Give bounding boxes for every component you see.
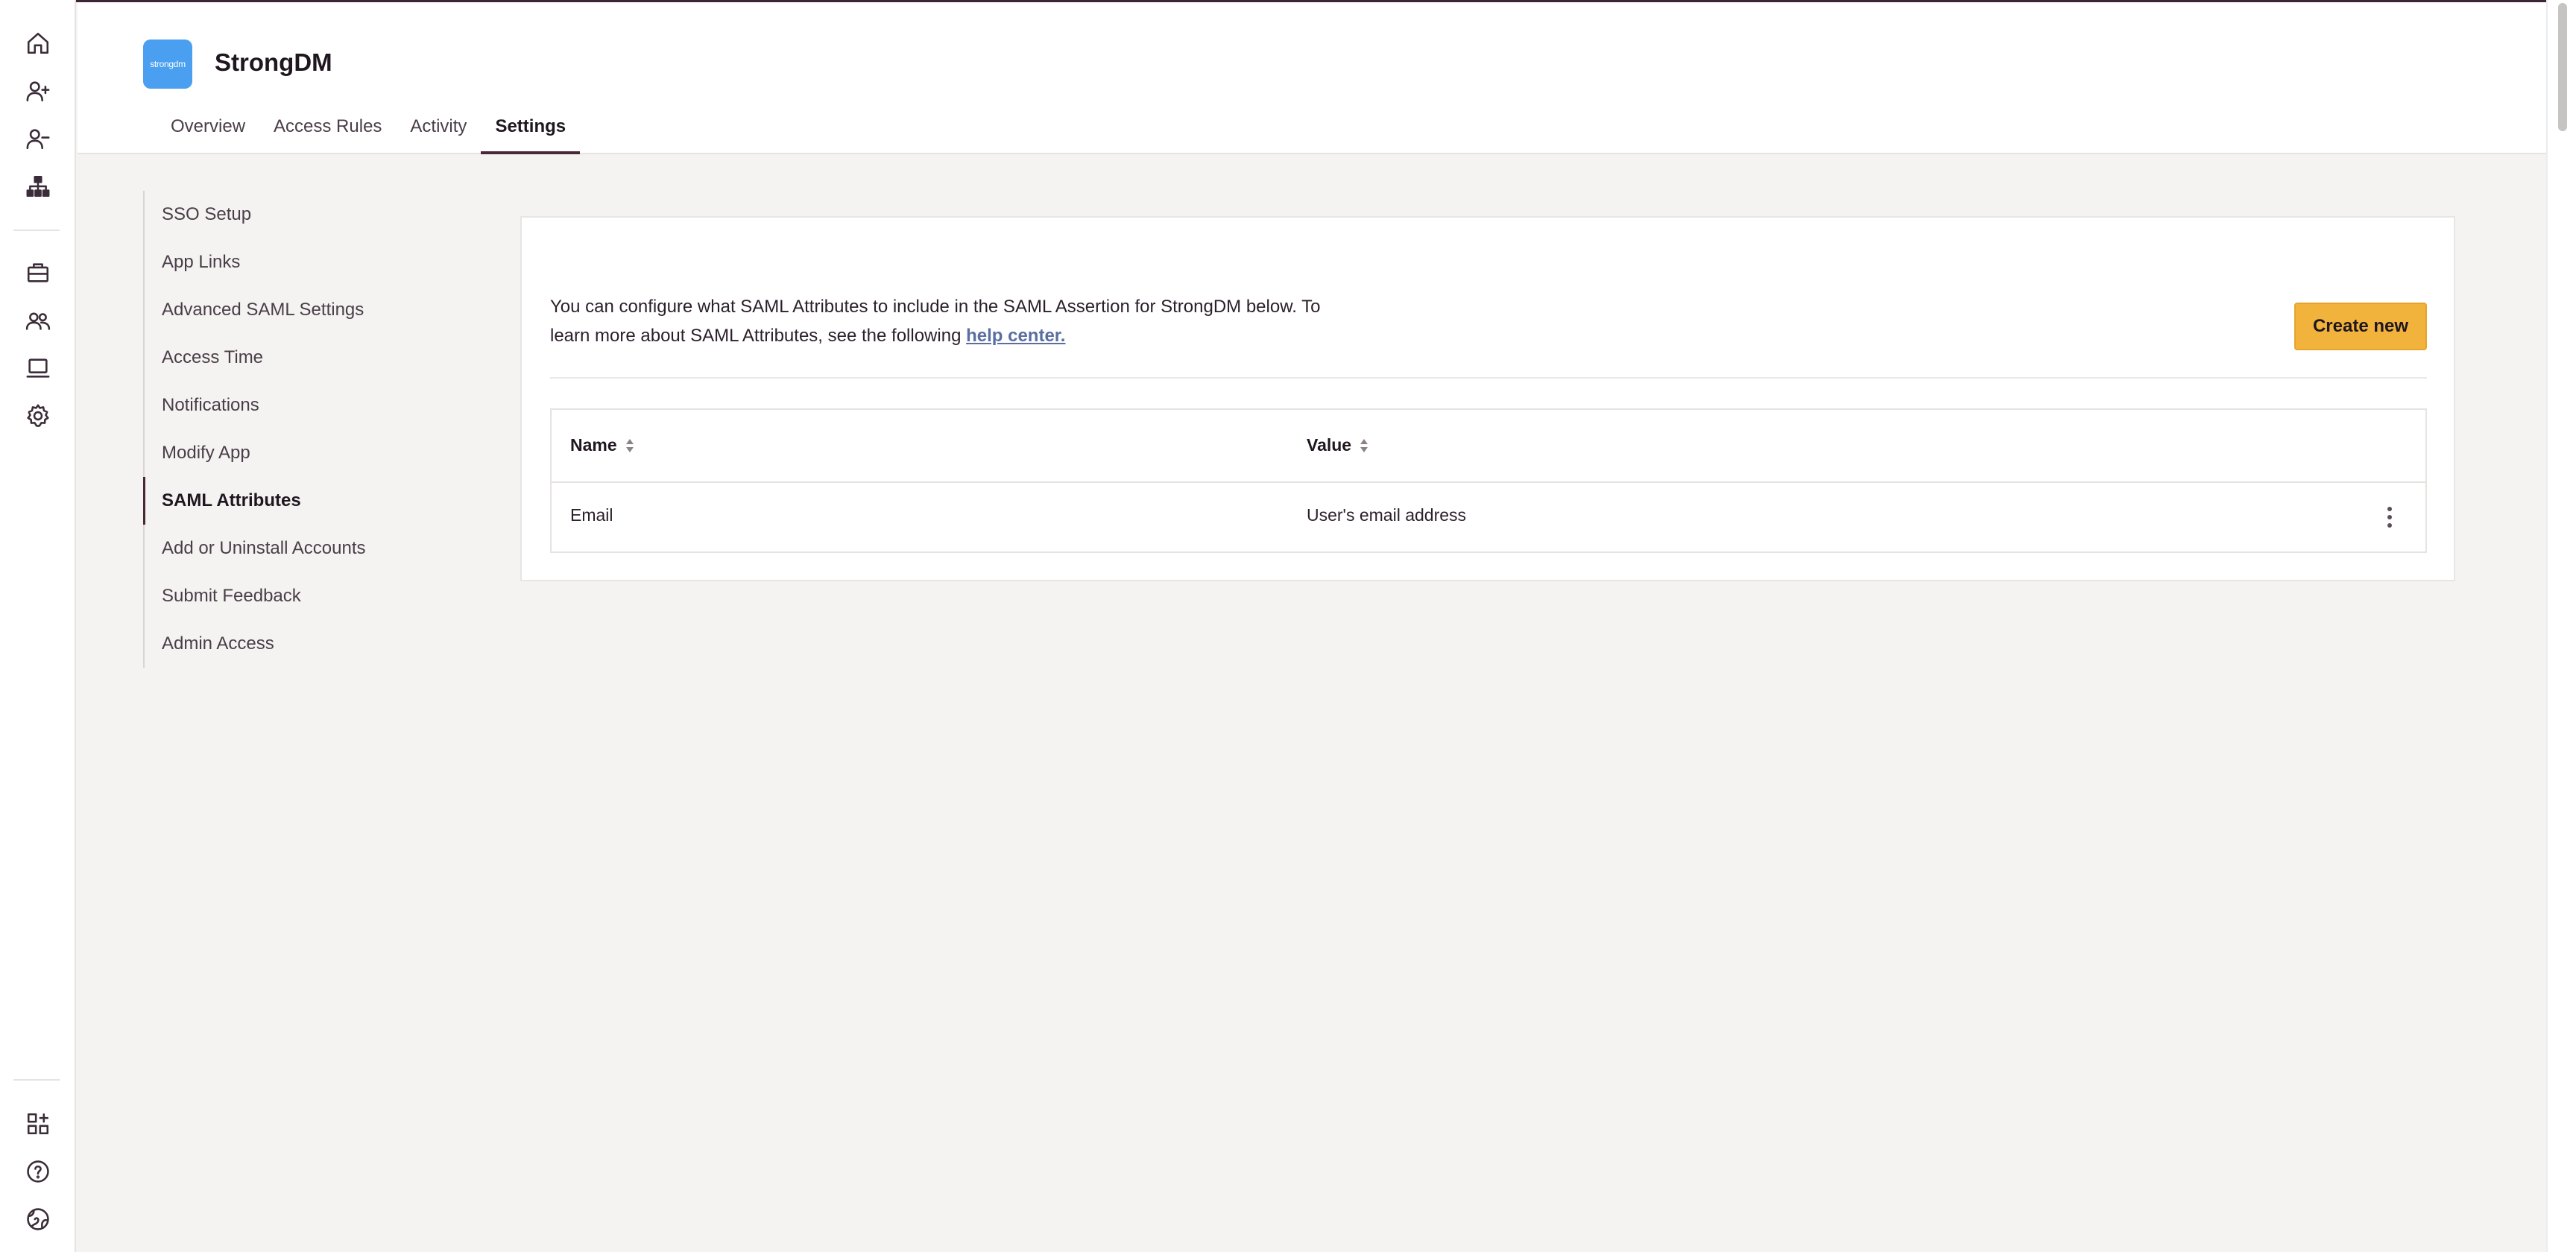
tab-access-rules[interactable]: Access Rules <box>259 114 396 154</box>
sidenav-item-add-uninstall-accounts[interactable]: Add or Uninstall Accounts <box>143 525 411 572</box>
apps-add-icon[interactable] <box>20 1106 56 1142</box>
sidenav-item-notifications[interactable]: Notifications <box>143 382 411 429</box>
sidenav-item-sso-setup[interactable]: SSO Setup <box>143 191 411 238</box>
sidenav-item-submit-feedback[interactable]: Submit Feedback <box>143 572 411 620</box>
scrollbar-thumb[interactable] <box>2558 3 2567 131</box>
column-header-name[interactable]: Name <box>570 435 635 455</box>
app-logo: strongdm <box>143 39 192 89</box>
rail-divider <box>13 230 60 231</box>
settings-sidenav: SSO Setup App Links Advanced SAML Settin… <box>143 191 411 668</box>
sidenav-item-saml-attributes[interactable]: SAML Attributes <box>143 477 411 525</box>
tab-activity[interactable]: Activity <box>396 114 481 154</box>
table-row: Email User's email address <box>552 483 2425 551</box>
sort-icon <box>1360 438 1368 452</box>
globe-icon[interactable] <box>20 1201 56 1237</box>
user-plus-icon[interactable] <box>20 73 56 109</box>
column-header-value[interactable]: Value <box>1307 435 1369 455</box>
users-icon[interactable] <box>20 303 56 338</box>
sort-icon <box>625 438 634 452</box>
cell-value: User's email address <box>1307 505 1467 525</box>
hierarchy-icon[interactable] <box>20 168 56 204</box>
sidenav-item-modify-app[interactable]: Modify App <box>143 429 411 477</box>
help-center-link[interactable]: help center. <box>966 326 1065 346</box>
sidenav-item-app-links[interactable]: App Links <box>143 238 411 286</box>
sidenav-item-advanced-saml-settings[interactable]: Advanced SAML Settings <box>143 286 411 334</box>
briefcase-icon[interactable] <box>20 255 56 291</box>
card-divider <box>550 377 2427 379</box>
cell-name: Email <box>570 505 613 525</box>
sidenav-item-admin-access[interactable]: Admin Access <box>143 620 411 668</box>
rail-divider <box>13 1079 60 1081</box>
window-scrollbar[interactable] <box>2546 0 2576 1252</box>
icon-rail <box>0 0 76 1252</box>
column-header-label: Name <box>570 435 617 455</box>
home-icon[interactable] <box>20 25 56 61</box>
intro-description: You can configure what SAML Attributes t… <box>550 297 1321 346</box>
app-header: strongdm StrongDM Overview Access Rules … <box>78 2 2546 154</box>
sidenav-item-access-time[interactable]: Access Time <box>143 334 411 382</box>
table-header: Name Value <box>552 410 2425 483</box>
user-minus-icon[interactable] <box>20 121 56 156</box>
tab-bar: Overview Access Rules Activity Settings <box>157 114 580 154</box>
saml-attributes-card: You can configure what SAML Attributes t… <box>520 216 2455 581</box>
page-title: StrongDM <box>215 48 332 76</box>
column-header-label: Value <box>1307 435 1352 455</box>
intro-text: You can configure what SAML Attributes t… <box>550 292 1325 350</box>
help-icon[interactable] <box>20 1154 56 1189</box>
row-actions-kebab-icon[interactable] <box>2375 501 2405 534</box>
laptop-icon[interactable] <box>20 350 56 386</box>
tab-settings[interactable]: Settings <box>481 114 580 154</box>
gear-icon[interactable] <box>20 398 56 434</box>
saml-attributes-table: Name Value Email User's email address <box>550 408 2427 553</box>
create-new-button[interactable]: Create new <box>2294 303 2427 350</box>
tab-overview[interactable]: Overview <box>157 114 259 154</box>
